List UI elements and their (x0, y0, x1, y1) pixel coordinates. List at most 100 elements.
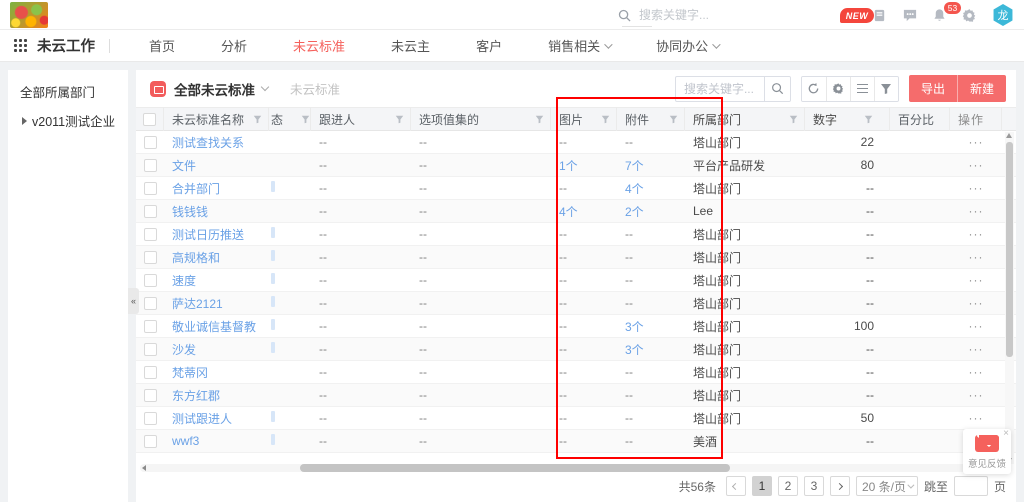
record-name-link[interactable]: wwf3 (164, 434, 269, 448)
column-header[interactable]: 图片 (551, 107, 617, 131)
gear-icon[interactable] (962, 8, 977, 23)
jump-to-page-input[interactable] (954, 476, 988, 496)
record-name-link[interactable]: 测试查找关系 (164, 134, 269, 151)
record-name-link[interactable]: 东方红郡 (164, 387, 269, 404)
images-count-cell[interactable]: 4个 (551, 203, 617, 220)
row-checkbox[interactable] (144, 228, 157, 241)
page-number-button[interactable]: 1 (752, 476, 772, 496)
row-checkbox[interactable] (144, 136, 157, 149)
table-row[interactable]: 沙发 -- -- -- 3个 塔山部门 -- ··· (136, 338, 1016, 361)
nav-menu-item[interactable]: 首页 (126, 30, 198, 62)
refresh-button[interactable] (802, 77, 826, 101)
filter-funnel-icon[interactable] (301, 115, 310, 124)
list-search-button[interactable] (764, 76, 790, 102)
prev-page-button[interactable] (726, 476, 746, 496)
settings-button[interactable] (826, 77, 850, 101)
sidebar-collapse-handle[interactable]: « (128, 288, 139, 314)
create-button[interactable]: 新建 (957, 75, 1006, 102)
nav-menu-item[interactable]: 客户 (453, 30, 525, 62)
app-launcher-icon[interactable] (14, 39, 17, 42)
sidebar-tree-item[interactable]: v2011测试企业 (8, 101, 128, 130)
images-count-cell[interactable]: -- (551, 181, 617, 195)
view-title[interactable]: 全部未云标准 (174, 79, 255, 99)
table-row[interactable]: 敬业诚信基督教 -- -- -- 3个 塔山部门 100 ··· (136, 315, 1016, 338)
page-number-button[interactable]: 3 (804, 476, 824, 496)
tree-expand-icon[interactable] (22, 117, 27, 125)
row-actions-button[interactable]: ··· (950, 319, 1002, 333)
images-count-cell[interactable]: -- (551, 388, 617, 402)
table-row[interactable]: 萨达2121 -- -- -- -- 塔山部门 -- ··· (136, 292, 1016, 315)
images-count-cell[interactable]: -- (551, 250, 617, 264)
horizontal-scrollbar[interactable] (140, 464, 1008, 472)
column-header[interactable]: 百分比 (890, 107, 950, 131)
table-row[interactable]: 测试跟进人 -- -- -- -- 塔山部门 50 ··· (136, 407, 1016, 430)
table-row[interactable]: 合并部门 -- -- -- 4个 塔山部门 -- ··· (136, 177, 1016, 200)
attachments-count-cell[interactable]: -- (617, 365, 685, 379)
row-actions-button[interactable]: ··· (950, 296, 1002, 310)
filter-funnel-icon[interactable] (535, 115, 544, 124)
attachments-count-cell[interactable]: -- (617, 411, 685, 425)
column-header[interactable]: 附件 (617, 107, 685, 131)
table-row[interactable]: 高规格和 -- -- -- -- 塔山部门 -- ··· (136, 246, 1016, 269)
filter-funnel-icon[interactable] (601, 115, 610, 124)
filter-funnel-icon[interactable] (253, 115, 262, 124)
filter-funnel-icon[interactable] (395, 115, 404, 124)
row-checkbox[interactable] (144, 435, 157, 448)
row-checkbox[interactable] (144, 412, 157, 425)
column-header[interactable]: 未云标准名称 (164, 107, 269, 131)
record-name-link[interactable]: 测试跟进人 (164, 410, 269, 427)
record-name-link[interactable]: 测试日历推送 (164, 226, 269, 243)
table-row[interactable]: wwf3 -- -- -- -- 美酒 -- ··· (136, 430, 1016, 453)
select-all-checkbox[interactable] (143, 113, 156, 126)
page-size-select[interactable]: 20 条/页 (856, 476, 918, 496)
workspace-title[interactable]: 未云工作 (37, 35, 95, 56)
record-name-link[interactable]: 高规格和 (164, 249, 269, 266)
filter-button[interactable] (874, 77, 898, 101)
record-name-link[interactable]: 合并部门 (164, 180, 269, 197)
images-count-cell[interactable]: -- (551, 273, 617, 287)
row-actions-button[interactable]: ··· (950, 365, 1002, 379)
attachments-count-cell[interactable]: -- (617, 135, 685, 149)
columns-button[interactable] (850, 77, 874, 101)
record-name-link[interactable]: 沙发 (164, 341, 269, 358)
nav-menu-item[interactable]: 分析 (198, 30, 270, 62)
table-row[interactable]: 钱钱钱 -- -- 4个 2个 Lee -- ··· (136, 200, 1016, 223)
filter-funnel-icon[interactable] (789, 115, 798, 124)
table-row[interactable]: 东方红郡 -- -- -- -- 塔山部门 -- ··· (136, 384, 1016, 407)
images-count-cell[interactable]: -- (551, 365, 617, 379)
horizontal-scrollbar-thumb[interactable] (300, 464, 730, 472)
row-actions-button[interactable]: ··· (950, 227, 1002, 241)
images-count-cell[interactable]: -- (551, 411, 617, 425)
next-page-button[interactable] (830, 476, 850, 496)
filter-funnel-icon[interactable] (864, 115, 873, 124)
attachments-count-cell[interactable]: 3个 (617, 318, 685, 335)
images-count-cell[interactable]: -- (551, 342, 617, 356)
attachments-count-cell[interactable]: -- (617, 227, 685, 241)
attachments-count-cell[interactable]: -- (617, 273, 685, 287)
nav-menu-item[interactable]: 协同办公 (633, 30, 741, 62)
chat-icon[interactable] (902, 8, 918, 23)
export-button[interactable]: 导出 (909, 75, 957, 102)
table-row[interactable]: 测试日历推送 -- -- -- -- 塔山部门 -- ··· (136, 223, 1016, 246)
row-checkbox[interactable] (144, 366, 157, 379)
table-row[interactable]: 测试查找关系 -- -- -- -- 塔山部门 22 ··· (136, 131, 1016, 154)
images-count-cell[interactable]: -- (551, 135, 617, 149)
row-actions-button[interactable]: ··· (950, 181, 1002, 195)
row-actions-button[interactable]: ··· (950, 250, 1002, 264)
scroll-up-arrow[interactable] (1006, 133, 1012, 138)
images-count-cell[interactable]: 1个 (551, 157, 617, 174)
column-header[interactable]: 跟进人 (311, 107, 411, 131)
row-actions-button[interactable]: ··· (950, 158, 1002, 172)
attachments-count-cell[interactable]: -- (617, 388, 685, 402)
table-row[interactable]: 文件 -- -- 1个 7个 平台产品研发 80 ··· (136, 154, 1016, 177)
row-checkbox[interactable] (144, 182, 157, 195)
user-avatar[interactable]: 龙 (992, 4, 1014, 26)
column-header[interactable]: 所属部门 (685, 107, 805, 131)
filter-funnel-icon[interactable] (669, 115, 678, 124)
row-checkbox[interactable] (144, 389, 157, 402)
row-actions-button[interactable]: ··· (950, 273, 1002, 287)
row-actions-button[interactable]: ··· (950, 388, 1002, 402)
feedback-widget[interactable]: × 意见反馈 (963, 429, 1011, 474)
row-checkbox[interactable] (144, 251, 157, 264)
row-actions-button[interactable]: ··· (950, 204, 1002, 218)
